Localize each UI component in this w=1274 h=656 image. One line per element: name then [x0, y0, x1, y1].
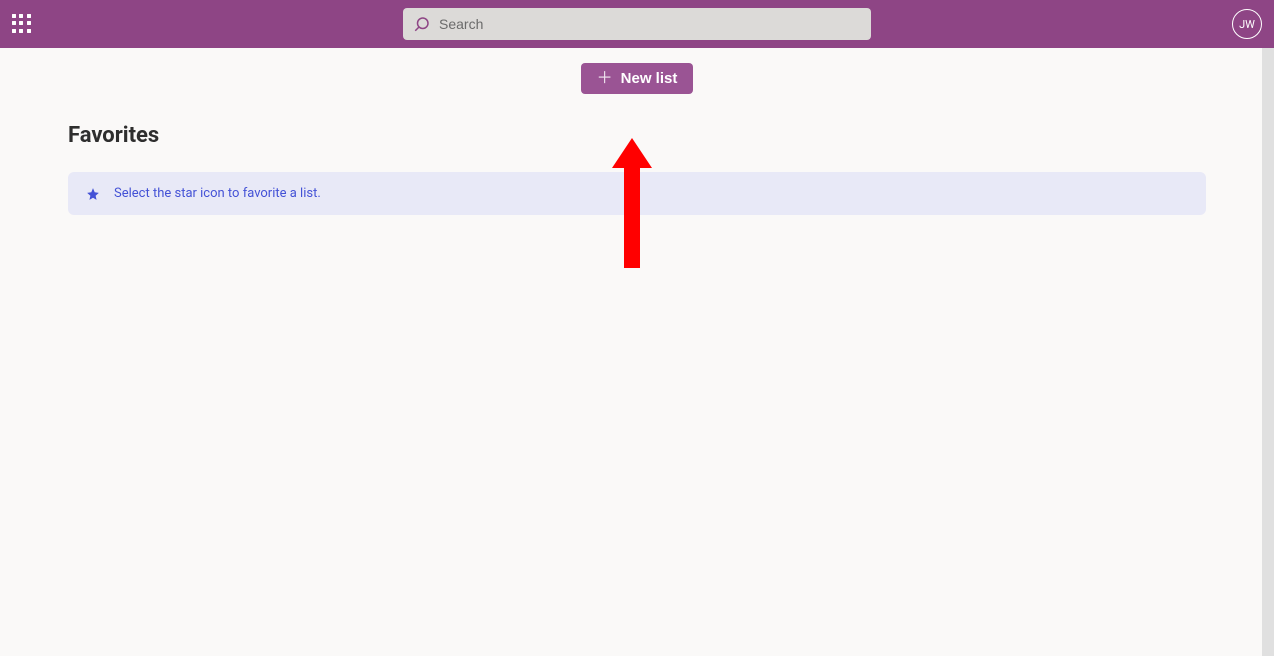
new-list-label: New list [621, 70, 678, 87]
favorites-empty-banner: Select the star icon to favorite a list. [68, 172, 1206, 215]
star-icon [86, 187, 100, 201]
app-launcher-icon[interactable] [12, 14, 32, 34]
top-bar: JW [0, 0, 1274, 48]
search-container [403, 8, 871, 40]
search-box[interactable] [403, 8, 871, 40]
favorites-empty-text: Select the star icon to favorite a list. [114, 186, 321, 201]
avatar[interactable]: JW [1232, 9, 1262, 39]
search-input[interactable] [439, 16, 861, 32]
page-title: Favorites [68, 123, 1206, 148]
avatar-initials: JW [1239, 18, 1255, 31]
scrollbar[interactable] [1262, 48, 1274, 656]
page: Favorites Select the star icon to favori… [0, 123, 1274, 215]
plus-icon: ＋ [597, 71, 613, 87]
new-list-wrap: ＋ New list [0, 48, 1274, 109]
new-list-button[interactable]: ＋ New list [581, 63, 694, 94]
content-area: ＋ New list Favorites Select the star ico… [0, 48, 1274, 656]
search-icon [413, 15, 431, 33]
